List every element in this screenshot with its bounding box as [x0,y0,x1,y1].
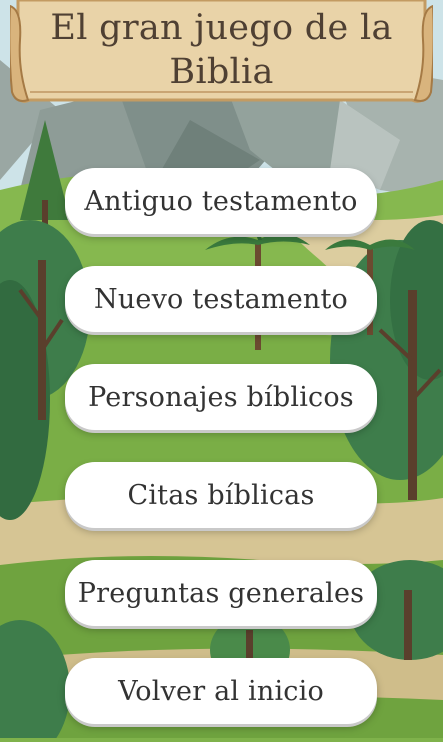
volver-al-inicio-button[interactable]: Volver al inicio [65,658,377,724]
nuevo-testamento-button[interactable]: Nuevo testamento [65,266,377,332]
antiguo-testamento-button[interactable]: Antiguo testamento [65,168,377,234]
page-title: El gran juego de la Biblia [10,6,433,94]
page-title-line1: El gran juego de la [50,8,393,48]
page-title-line2: Biblia [169,52,274,92]
personajes-biblicos-button[interactable]: Personajes bíblicos [65,364,377,430]
citas-biblicas-button[interactable]: Citas bíblicas [65,462,377,528]
title-banner: El gran juego de la Biblia [8,0,435,108]
preguntas-generales-button[interactable]: Preguntas generales [65,560,377,626]
